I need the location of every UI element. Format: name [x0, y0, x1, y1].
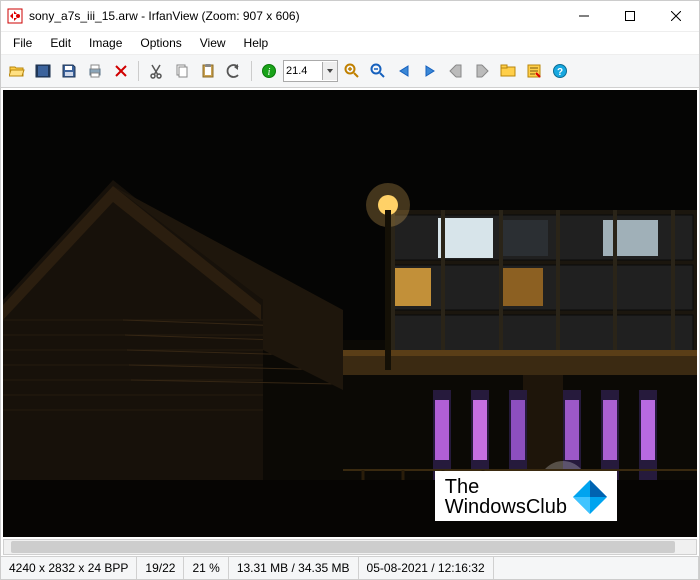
status-datetime: 05-08-2021 / 12:16:32: [359, 557, 494, 579]
scrollbar-thumb[interactable]: [11, 541, 675, 553]
status-bar: 4240 x 2832 x 24 BPP 19/22 21 % 13.31 MB…: [1, 556, 699, 579]
save-button[interactable]: [57, 59, 81, 83]
close-button[interactable]: [653, 1, 699, 31]
undo-button[interactable]: [222, 59, 246, 83]
status-spacer: [494, 557, 699, 579]
menu-edit[interactable]: Edit: [42, 34, 79, 52]
cut-button[interactable]: [144, 59, 168, 83]
prev-button[interactable]: [392, 59, 416, 83]
paste-button[interactable]: [196, 59, 220, 83]
zoom-input[interactable]: [284, 62, 322, 80]
browse-folder-button[interactable]: [496, 59, 520, 83]
maximize-button[interactable]: [607, 1, 653, 31]
image-canvas[interactable]: The WindowsClub: [3, 90, 697, 537]
watermark-line1: The: [445, 477, 567, 497]
displayed-image: [3, 90, 697, 537]
slideshow-button[interactable]: [31, 59, 55, 83]
toolbar-separator: [138, 61, 139, 81]
open-button[interactable]: [5, 59, 29, 83]
status-index: 19/22: [137, 557, 184, 579]
status-size: 13.31 MB / 34.35 MB: [229, 557, 359, 579]
status-dimensions: 4240 x 2832 x 24 BPP: [1, 557, 137, 579]
watermark-line2: WindowsClub: [445, 497, 567, 517]
window-title: sony_a7s_iii_15.arw - IrfanView (Zoom: 9…: [29, 9, 561, 23]
prev-page-button[interactable]: [444, 59, 468, 83]
minimize-button[interactable]: [561, 1, 607, 31]
menu-options[interactable]: Options: [132, 34, 189, 52]
svg-text:?: ?: [557, 67, 563, 78]
menu-image[interactable]: Image: [81, 34, 130, 52]
info-button[interactable]: i: [257, 59, 281, 83]
toolbar-separator: [251, 61, 252, 81]
zoom-in-button[interactable]: [340, 59, 364, 83]
zoom-out-button[interactable]: [366, 59, 390, 83]
watermark-logo-icon: [573, 480, 607, 514]
toolbar: i ?: [1, 55, 699, 88]
zoom-combobox[interactable]: [283, 60, 338, 82]
help-button[interactable]: ?: [548, 59, 572, 83]
app-icon: [7, 8, 23, 24]
menu-file[interactable]: File: [5, 34, 40, 52]
zoom-dropdown-icon[interactable]: [322, 62, 337, 80]
horizontal-scrollbar[interactable]: [3, 539, 697, 554]
status-zoom: 21 %: [184, 557, 228, 579]
menu-bar: File Edit Image Options View Help: [1, 32, 699, 55]
app-window: sony_a7s_iii_15.arw - IrfanView (Zoom: 9…: [0, 0, 700, 580]
print-button[interactable]: [83, 59, 107, 83]
svg-text:i: i: [268, 67, 271, 78]
settings-button[interactable]: [522, 59, 546, 83]
watermark-text: The WindowsClub: [445, 477, 567, 517]
title-bar: sony_a7s_iii_15.arw - IrfanView (Zoom: 9…: [1, 1, 699, 32]
window-controls: [561, 1, 699, 31]
watermark: The WindowsClub: [435, 471, 617, 521]
next-button[interactable]: [418, 59, 442, 83]
menu-help[interactable]: Help: [236, 34, 277, 52]
image-viewer: The WindowsClub: [1, 88, 699, 556]
menu-view[interactable]: View: [192, 34, 234, 52]
delete-button[interactable]: [109, 59, 133, 83]
next-page-button[interactable]: [470, 59, 494, 83]
copy-button[interactable]: [170, 59, 194, 83]
